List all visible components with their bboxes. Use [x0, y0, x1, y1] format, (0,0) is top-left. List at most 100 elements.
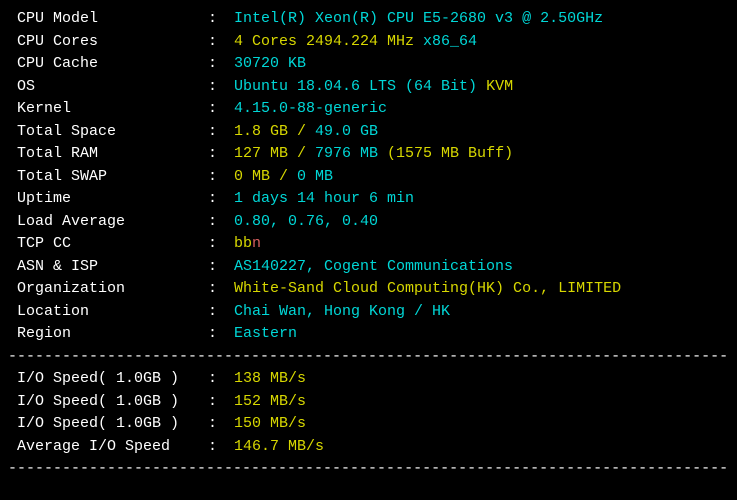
row-label: CPU Model [8, 8, 208, 31]
value-part: 49.0 GB [315, 123, 378, 140]
value-part: 0 MB [297, 168, 333, 185]
colon-separator: : [208, 323, 226, 346]
value-part: 152 MB/s [234, 393, 306, 410]
colon-separator: : [208, 413, 226, 436]
row-value: 4 Cores 2494.224 MHz x86_64 [234, 31, 477, 54]
system-info-block: CPU Model : Intel(R) Xeon(R) CPU E5-2680… [8, 8, 729, 346]
row-label: Organization [8, 278, 208, 301]
colon-separator: : [208, 76, 226, 99]
row-value: bbn [234, 233, 261, 256]
colon-separator: : [208, 8, 226, 31]
value-part: 1.8 GB / [234, 123, 315, 140]
colon-separator: : [208, 31, 226, 54]
value-part: Ubuntu 18.04.6 LTS (64 Bit) [234, 78, 486, 95]
value-part: Chai Wan, Hong Kong / HK [234, 303, 450, 320]
row-value: 0 MB / 0 MB [234, 166, 333, 189]
row-label: Uptime [8, 188, 208, 211]
divider-line: ----------------------------------------… [8, 346, 729, 369]
row-label: CPU Cache [8, 53, 208, 76]
value-part: 150 MB/s [234, 415, 306, 432]
io-speed-block: I/O Speed( 1.0GB ) : 138 MB/s I/O Speed(… [8, 368, 729, 458]
info-row: Location : Chai Wan, Hong Kong / HK [8, 301, 729, 324]
info-row: CPU Cache : 30720 KB [8, 53, 729, 76]
row-value: Ubuntu 18.04.6 LTS (64 Bit) KVM [234, 76, 513, 99]
colon-separator: : [208, 143, 226, 166]
row-value: 152 MB/s [234, 391, 306, 414]
colon-separator: : [208, 166, 226, 189]
info-row: CPU Cores : 4 Cores 2494.224 MHz x86_64 [8, 31, 729, 54]
row-value: 4.15.0-88-generic [234, 98, 387, 121]
colon-separator: : [208, 301, 226, 324]
info-row: I/O Speed( 1.0GB ) : 150 MB/s [8, 413, 729, 436]
row-label: Region [8, 323, 208, 346]
value-part: 146.7 MB/s [234, 438, 324, 455]
row-label: OS [8, 76, 208, 99]
info-row: Total SWAP : 0 MB / 0 MB [8, 166, 729, 189]
colon-separator: : [208, 391, 226, 414]
colon-separator: : [208, 368, 226, 391]
row-value: White-Sand Cloud Computing(HK) Co., LIMI… [234, 278, 621, 301]
info-row: Kernel : 4.15.0-88-generic [8, 98, 729, 121]
info-row: Load Average : 0.80, 0.76, 0.40 [8, 211, 729, 234]
info-row: Organization : White-Sand Cloud Computin… [8, 278, 729, 301]
value-part: x86_64 [423, 33, 477, 50]
row-value: 1 days 14 hour 6 min [234, 188, 414, 211]
row-value: 0.80, 0.76, 0.40 [234, 211, 378, 234]
value-part: (1575 MB Buff) [387, 145, 513, 162]
divider-line: ----------------------------------------… [8, 458, 729, 481]
info-row: Total Space : 1.8 GB / 49.0 GB [8, 121, 729, 144]
info-row: ASN & ISP : AS140227, Cogent Communicati… [8, 256, 729, 279]
value-part: 7976 MB [315, 145, 387, 162]
value-part: 1 days 14 hour 6 min [234, 190, 414, 207]
value-part: bb [234, 235, 252, 252]
row-value: 1.8 GB / 49.0 GB [234, 121, 378, 144]
info-row: Region : Eastern [8, 323, 729, 346]
value-part: n [252, 235, 261, 252]
row-label: Total Space [8, 121, 208, 144]
value-part: KVM [486, 78, 513, 95]
row-label: I/O Speed( 1.0GB ) [8, 413, 208, 436]
row-label: Average I/O Speed [8, 436, 208, 459]
value-part: 4 Cores 2494.224 MHz [234, 33, 423, 50]
value-part: Eastern [234, 325, 297, 342]
info-row: OS : Ubuntu 18.04.6 LTS (64 Bit) KVM [8, 76, 729, 99]
info-row: I/O Speed( 1.0GB ) : 138 MB/s [8, 368, 729, 391]
row-label: ASN & ISP [8, 256, 208, 279]
value-part: 0 MB / [234, 168, 297, 185]
colon-separator: : [208, 188, 226, 211]
colon-separator: : [208, 436, 226, 459]
info-row: Uptime : 1 days 14 hour 6 min [8, 188, 729, 211]
info-row: Total RAM : 127 MB / 7976 MB (1575 MB Bu… [8, 143, 729, 166]
value-part: 30720 KB [234, 55, 306, 72]
value-part: 4.15.0-88-generic [234, 100, 387, 117]
value-part: AS140227, Cogent Communications [234, 258, 513, 275]
row-label: Total RAM [8, 143, 208, 166]
value-part: Intel(R) Xeon(R) CPU E5-2680 v3 @ 2.50GH… [234, 10, 603, 27]
row-value: 150 MB/s [234, 413, 306, 436]
row-label: Location [8, 301, 208, 324]
row-value: Intel(R) Xeon(R) CPU E5-2680 v3 @ 2.50GH… [234, 8, 603, 31]
row-value: Eastern [234, 323, 297, 346]
row-label: Load Average [8, 211, 208, 234]
colon-separator: : [208, 256, 226, 279]
row-label: I/O Speed( 1.0GB ) [8, 391, 208, 414]
row-value: 127 MB / 7976 MB (1575 MB Buff) [234, 143, 513, 166]
row-value: 30720 KB [234, 53, 306, 76]
value-part: White-Sand Cloud Computing(HK) Co., LIMI… [234, 280, 621, 297]
colon-separator: : [208, 278, 226, 301]
row-label: I/O Speed( 1.0GB ) [8, 368, 208, 391]
info-row: TCP CC : bbn [8, 233, 729, 256]
value-part: 127 MB / [234, 145, 315, 162]
info-row: Average I/O Speed : 146.7 MB/s [8, 436, 729, 459]
row-value: 146.7 MB/s [234, 436, 324, 459]
row-value: Chai Wan, Hong Kong / HK [234, 301, 450, 324]
info-row: I/O Speed( 1.0GB ) : 152 MB/s [8, 391, 729, 414]
colon-separator: : [208, 211, 226, 234]
row-label: CPU Cores [8, 31, 208, 54]
row-label: Kernel [8, 98, 208, 121]
colon-separator: : [208, 53, 226, 76]
colon-separator: : [208, 121, 226, 144]
value-part: 0.80, 0.76, 0.40 [234, 213, 378, 230]
colon-separator: : [208, 98, 226, 121]
colon-separator: : [208, 233, 226, 256]
